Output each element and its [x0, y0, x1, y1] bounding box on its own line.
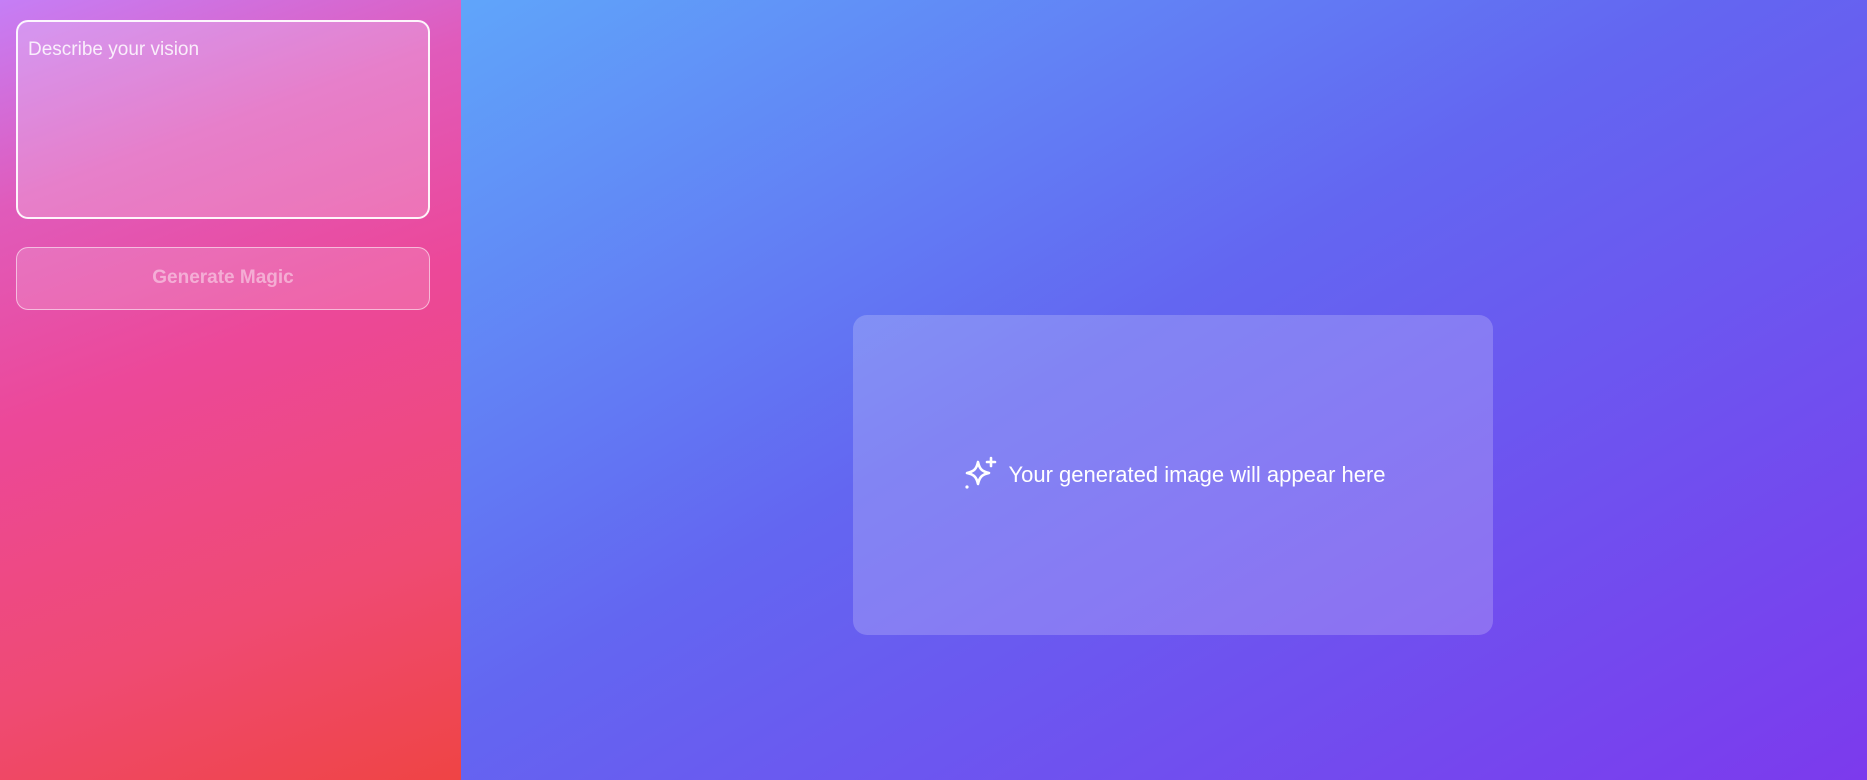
prompt-input[interactable] — [16, 20, 430, 219]
sidebar: Generate Magic — [0, 0, 461, 780]
main-area: Your generated image will appear here — [461, 0, 1867, 780]
image-preview-card: Your generated image will appear here — [853, 315, 1493, 635]
generate-button[interactable]: Generate Magic — [16, 247, 430, 310]
preview-message: Your generated image will appear here — [1008, 462, 1386, 487]
sparkles-icon — [960, 454, 1002, 496]
preview-placeholder: Your generated image will appear here — [960, 454, 1386, 496]
app-root: Generate Magic Your generated image will… — [0, 0, 1867, 780]
